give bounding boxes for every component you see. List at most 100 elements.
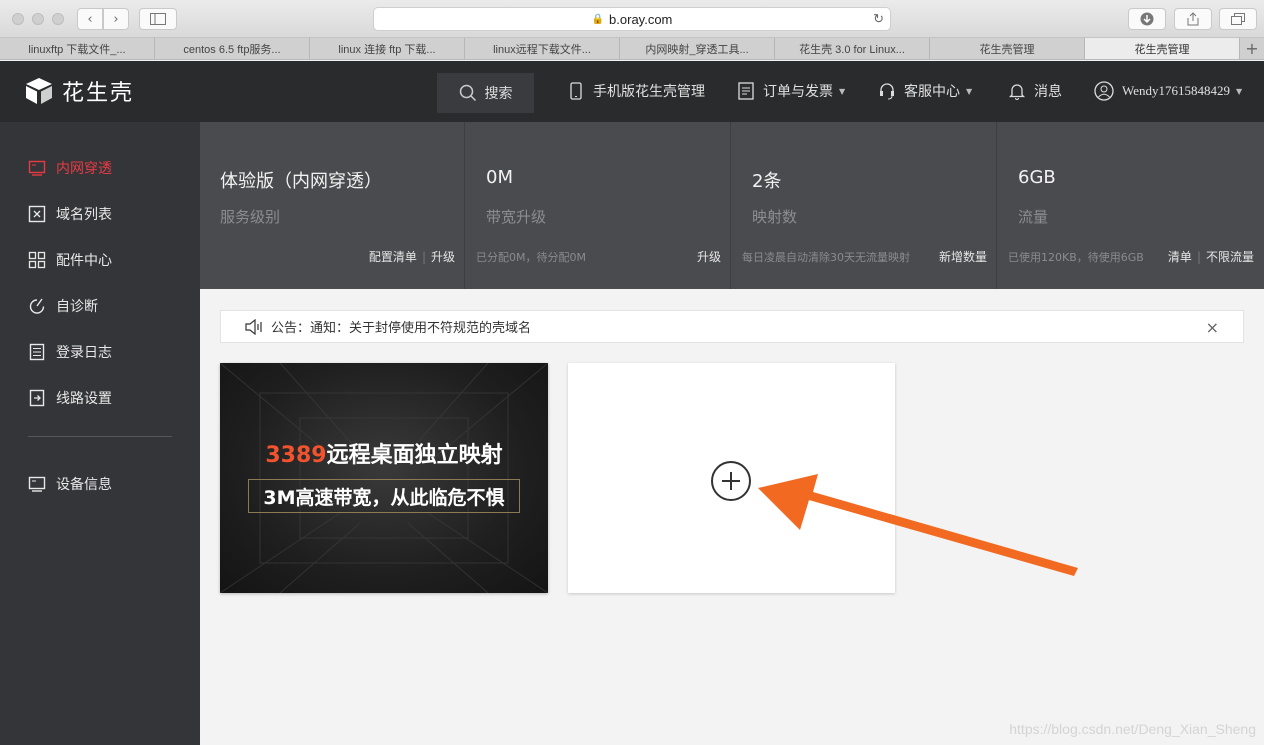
orders-menu[interactable]: 订单与发票 ▼ — [737, 81, 845, 101]
stat-links: 升级 — [697, 248, 721, 265]
stat-label: 服务级别 — [220, 208, 281, 226]
sidebar-item-label: 登录日志 — [56, 345, 112, 361]
new-tab-button[interactable]: + — [1240, 38, 1264, 59]
browser-tab[interactable]: 内网映射_穿透工具... — [620, 38, 775, 59]
grid-icon — [28, 251, 46, 269]
mobile-phone-icon — [570, 82, 582, 100]
stat-links: 配置清单 | 升级 — [369, 248, 455, 265]
user-menu[interactable]: Wendy17615848429 ▼ — [1094, 81, 1242, 101]
headset-icon — [880, 83, 894, 100]
browser-tab[interactable]: linux远程下载文件... — [465, 38, 620, 59]
reload-icon[interactable]: ↻ — [873, 11, 884, 27]
browser-tab[interactable]: linux 连接 ftp 下载... — [310, 38, 465, 59]
bell-icon — [1008, 84, 1026, 100]
mobile-link[interactable]: 手机版花生壳管理 — [567, 81, 705, 101]
chevron-right-icon: › — [113, 11, 119, 27]
stat-bandwidth: 0M 带宽升级 已分配0M，待分配0M 升级 — [466, 122, 731, 289]
add-quantity-link[interactable]: 新增数量 — [939, 250, 987, 264]
log-icon — [29, 343, 45, 361]
sidebar: 内网穿透 域名列表 配件中心 自诊断 登录日志 线路设置 设备信息 — [0, 122, 200, 745]
sidebar-item-label: 线路设置 — [56, 391, 112, 407]
document-icon — [738, 82, 754, 100]
messages-link-label: 消息 — [1034, 84, 1062, 100]
chevron-left-icon: ‹ — [87, 11, 93, 27]
stat-links: 新增数量 — [939, 248, 987, 265]
close-window-button[interactable] — [12, 13, 24, 25]
caret-down-icon: ▼ — [1236, 86, 1243, 96]
share-button[interactable] — [1174, 8, 1212, 30]
diagnose-icon — [29, 298, 45, 314]
address-bar[interactable]: 🔒 b.oray.com ↻ — [373, 7, 891, 31]
promo-highlight: 3389 — [265, 443, 327, 468]
sidebar-item-route-settings[interactable]: 线路设置 — [28, 388, 112, 408]
caret-down-icon: ▼ — [966, 86, 973, 96]
sidebar-item-intranet[interactable]: 内网穿透 — [28, 158, 112, 178]
back-button[interactable]: ‹ — [77, 8, 103, 30]
speaker-icon — [245, 318, 262, 335]
stat-value: 2条 — [752, 171, 782, 192]
forward-button[interactable]: › — [103, 8, 129, 30]
close-icon[interactable]: × — [1206, 318, 1219, 337]
sidebar-item-login-log[interactable]: 登录日志 — [28, 342, 112, 362]
stat-value: 6GB — [1018, 167, 1056, 188]
upgrade-link[interactable]: 升级 — [431, 250, 455, 264]
stat-note: 已使用120KB，待使用6GB — [1008, 251, 1144, 264]
support-menu[interactable]: 客服中心 ▼ — [878, 81, 972, 101]
link-separator: | — [421, 250, 426, 264]
monitor-icon — [28, 160, 46, 176]
sidebar-item-domains[interactable]: 域名列表 — [28, 204, 112, 224]
stat-service-level: 体验版（内网穿透） 服务级别 配置清单 | 升级 — [200, 122, 465, 289]
unlimited-traffic-link[interactable]: 不限流量 — [1206, 250, 1254, 264]
download-icon — [1140, 12, 1154, 26]
sidebar-divider — [28, 436, 172, 437]
promo-headline: 3389远程桌面独立映射 — [220, 437, 548, 469]
bandwidth-upgrade-link[interactable]: 升级 — [697, 250, 721, 264]
sidebar-item-device-info[interactable]: 设备信息 — [28, 474, 112, 494]
domain-icon — [28, 205, 46, 223]
stat-label: 带宽升级 — [486, 208, 547, 226]
browser-tab[interactable]: linuxftp 下载文件_... — [0, 38, 155, 59]
add-circle-icon[interactable] — [711, 461, 751, 501]
minimize-window-button[interactable] — [32, 13, 44, 25]
stat-value: 0M — [486, 167, 513, 188]
sidebar-item-label: 配件中心 — [56, 253, 112, 269]
stat-value: 体验版（内网穿透） — [220, 171, 382, 192]
main-content: 公告：通知：关于封停使用不符规范的壳域名 × 3389远程桌面独立映射 3M高速… — [200, 289, 1264, 745]
config-list-link[interactable]: 配置清单 — [369, 250, 417, 264]
sidebar-item-label: 内网穿透 — [56, 161, 112, 177]
browser-tab[interactable]: 花生壳 3.0 for Linux... — [775, 38, 930, 59]
stat-label: 流量 — [1018, 208, 1049, 226]
mobile-link-label: 手机版花生壳管理 — [593, 84, 705, 100]
sidebar-item-label: 域名列表 — [56, 207, 112, 223]
stat-mappings: 2条 映射数 每日凌晨自动清除30天无流量映射 新增数量 — [732, 122, 997, 289]
messages-link[interactable]: 消息 — [1008, 81, 1062, 101]
traffic-list-link[interactable]: 清单 — [1168, 250, 1192, 264]
stat-links: 清单 | 不限流量 — [1168, 248, 1254, 265]
promo-background-pattern — [220, 363, 548, 593]
sidebar-item-label: 设备信息 — [56, 477, 112, 493]
promo-headline-rest: 远程桌面独立映射 — [326, 443, 503, 468]
downloads-button[interactable] — [1128, 8, 1166, 30]
announcement-text[interactable]: 公告：通知：关于封停使用不符规范的壳域名 — [271, 317, 531, 336]
search-button[interactable]: 搜索 — [437, 73, 534, 113]
browser-tab-active[interactable]: 花生壳管理 — [1085, 38, 1240, 59]
tabs-overview-button[interactable] — [1219, 8, 1257, 30]
browser-tab[interactable]: 花生壳管理 — [930, 38, 1085, 59]
support-menu-label: 客服中心 — [904, 84, 960, 100]
zoom-window-button[interactable] — [52, 13, 64, 25]
browser-tab[interactable]: centos 6.5 ftp服务... — [155, 38, 310, 59]
announcement-bar[interactable]: 公告：通知：关于封停使用不符规范的壳域名 × — [220, 310, 1244, 343]
sidebar-toggle-button[interactable] — [139, 8, 177, 30]
promo-banner[interactable]: 3389远程桌面独立映射 3M高速带宽，从此临危不惧 — [220, 363, 548, 593]
stat-note: 每日凌晨自动清除30天无流量映射 — [742, 251, 910, 264]
logo[interactable]: 花生壳 — [24, 75, 134, 107]
tabs-icon — [1231, 13, 1245, 25]
sidebar-icon — [150, 13, 166, 25]
route-icon — [29, 389, 45, 407]
stat-label: 映射数 — [752, 208, 798, 226]
url-text: b.oray.com — [609, 11, 673, 27]
sidebar-item-diagnose[interactable]: 自诊断 — [28, 296, 98, 316]
sidebar-item-accessories[interactable]: 配件中心 — [28, 250, 112, 270]
stat-note: 已分配0M，待分配0M — [476, 251, 586, 264]
add-mapping-card[interactable] — [568, 363, 895, 593]
